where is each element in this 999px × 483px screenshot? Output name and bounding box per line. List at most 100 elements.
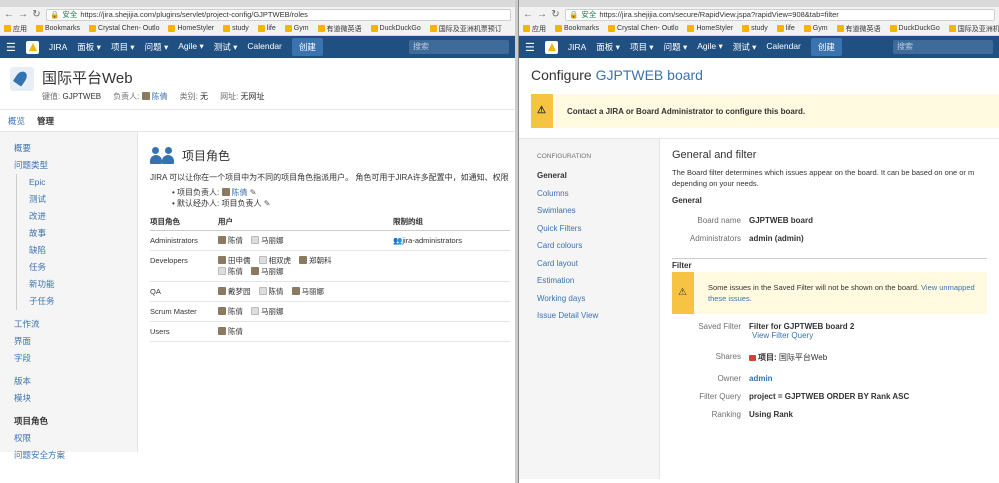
bookmark-label[interactable]: 应用 xyxy=(532,24,546,34)
view-filter-query-link[interactable]: View Filter Query xyxy=(749,331,813,340)
bookmark-label[interactable]: 国际及亚洲机票预订 xyxy=(439,24,502,34)
user-entry[interactable]: 戴梦园 xyxy=(218,287,251,296)
bookmark-label[interactable]: Bookmarks xyxy=(564,25,599,32)
bookmark-item[interactable]: 应用 xyxy=(4,24,27,34)
bookmark-label[interactable]: Crystal Chen- Outlo xyxy=(98,25,159,32)
bookmark-label[interactable]: Gym xyxy=(294,25,309,32)
user-entry[interactable]: 陈倩 xyxy=(218,307,243,316)
view-unmapped-link[interactable]: View unmapped xyxy=(921,283,975,292)
user-entry[interactable]: 马丽娜 xyxy=(291,287,324,296)
nav-item[interactable]: 测试 ▾ xyxy=(733,41,757,53)
config-nav-item[interactable]: Swimlanes xyxy=(537,202,659,220)
config-nav-item[interactable]: Card colours xyxy=(537,237,659,255)
user-entry[interactable]: 田申儒 xyxy=(218,256,251,265)
bookmark-label[interactable]: DuckDuckGo xyxy=(380,25,421,32)
forward-icon[interactable]: → xyxy=(18,9,28,20)
sidebar-item[interactable]: 权限 xyxy=(14,430,137,447)
bookmark-item[interactable]: Bookmarks xyxy=(555,25,599,32)
user-entry[interactable]: 马丽娜 xyxy=(251,307,284,316)
bookmark-item[interactable]: 有道微英语 xyxy=(836,24,881,34)
bookmark-item[interactable]: Crystal Chen- Outlo xyxy=(89,25,159,32)
address-bar[interactable]: 🔒 安全 https://jira.shejijia.com/plugins/s… xyxy=(46,8,511,21)
config-nav-item[interactable]: Working days xyxy=(537,290,659,308)
sidebar-item[interactable]: 项目角色 xyxy=(14,413,137,430)
bookmark-label[interactable]: 应用 xyxy=(13,24,27,34)
forward-icon[interactable]: → xyxy=(537,9,547,20)
sidebar-item[interactable]: 子任务 xyxy=(16,293,137,310)
sidebar-item[interactable]: 新功能 xyxy=(16,276,137,293)
bookmark-item[interactable]: study xyxy=(742,25,768,32)
jira-logo-icon[interactable] xyxy=(544,40,558,54)
sidebar-item[interactable]: 问题类型 xyxy=(14,157,137,174)
config-nav-item[interactable]: Columns xyxy=(537,185,659,203)
sidebar-item[interactable]: 字段 xyxy=(14,350,137,367)
user-name[interactable]: 陈倩 xyxy=(228,236,243,245)
nav-item[interactable]: 测试 ▾ xyxy=(214,41,238,53)
bookmark-label[interactable]: study xyxy=(232,25,249,32)
bookmark-item[interactable]: Crystal Chen- Outlo xyxy=(608,25,678,32)
edit-icon[interactable]: ✎ xyxy=(250,188,257,197)
search-input[interactable]: 搜索 xyxy=(409,40,509,54)
nav-item[interactable]: Calendar xyxy=(766,41,801,53)
user-entry[interactable]: 陈倩 xyxy=(218,267,243,276)
user-entry[interactable]: 陈倩 xyxy=(258,287,284,296)
nav-item[interactable]: 项目 ▾ xyxy=(111,41,135,53)
board-link[interactable]: GJPTWEB board xyxy=(596,67,703,83)
config-nav-item[interactable]: Card layout xyxy=(537,255,659,273)
bookmark-label[interactable]: life xyxy=(786,25,795,32)
user-name[interactable]: 陈倩 xyxy=(228,307,243,316)
user-entry[interactable]: 相双虎 xyxy=(258,256,292,265)
lead-name-link[interactable]: 陈倩 xyxy=(232,188,248,197)
owner-link[interactable]: admin xyxy=(749,374,773,383)
user-name[interactable]: 马丽娜 xyxy=(261,236,284,245)
user-name[interactable]: 相双虎 xyxy=(269,256,292,265)
bookmark-item[interactable]: 应用 xyxy=(523,24,546,34)
config-nav-item[interactable]: Quick Filters xyxy=(537,220,659,238)
nav-item[interactable]: 项目 ▾ xyxy=(630,41,654,53)
back-icon[interactable]: ← xyxy=(523,9,533,20)
user-name[interactable]: 郑朝科 xyxy=(309,256,332,265)
user-name[interactable]: 马丽娜 xyxy=(261,267,284,276)
bookmark-item[interactable]: Gym xyxy=(284,25,309,32)
tab-overview[interactable]: 概览 xyxy=(8,115,25,127)
bookmark-item[interactable]: Bookmarks xyxy=(36,25,80,32)
user-name[interactable]: 陈倩 xyxy=(228,327,243,336)
config-nav-item[interactable]: General xyxy=(537,167,659,185)
tab-admin[interactable]: 管理 xyxy=(37,115,54,127)
menu-icon[interactable]: ☰ xyxy=(525,41,535,54)
nav-item[interactable]: 问题 ▾ xyxy=(145,41,169,53)
bookmark-item[interactable]: study xyxy=(223,25,249,32)
sidebar-item[interactable]: 问题安全方案 xyxy=(14,447,137,464)
bookmark-item[interactable]: DuckDuckGo xyxy=(889,25,940,32)
user-entry[interactable]: 陈倩 xyxy=(218,327,243,336)
sidebar-item[interactable]: 缺陷 xyxy=(16,242,137,259)
nav-item[interactable]: Agile ▾ xyxy=(178,41,204,53)
sidebar-item[interactable]: 任务 xyxy=(16,259,137,276)
config-nav-item[interactable]: Issue Detail View xyxy=(537,307,659,325)
sidebar-item[interactable]: 概要 xyxy=(14,140,137,157)
bookmark-label[interactable]: DuckDuckGo xyxy=(899,25,940,32)
bookmark-item[interactable]: HomeStyler xyxy=(687,25,733,32)
bookmark-item[interactable]: DuckDuckGo xyxy=(370,25,421,32)
bookmark-label[interactable]: HomeStyler xyxy=(177,25,214,32)
bookmark-item[interactable]: life xyxy=(257,25,276,32)
sidebar-item[interactable]: 界面 xyxy=(14,333,137,350)
nav-item[interactable]: 面板 ▾ xyxy=(77,41,101,53)
bookmark-label[interactable]: Bookmarks xyxy=(45,25,80,32)
user-name[interactable]: 田申儒 xyxy=(228,256,251,265)
jira-logo-text[interactable]: JIRA xyxy=(568,42,586,52)
jira-logo-icon[interactable] xyxy=(25,40,39,54)
sidebar-item[interactable]: 故事 xyxy=(16,225,137,242)
bookmark-label[interactable]: 有道微英语 xyxy=(846,24,881,34)
jira-logo-text[interactable]: JIRA xyxy=(49,42,67,52)
nav-item[interactable]: 面板 ▾ xyxy=(596,41,620,53)
bookmark-label[interactable]: Gym xyxy=(813,25,828,32)
bookmark-item[interactable]: HomeStyler xyxy=(168,25,214,32)
create-button[interactable]: 创建 xyxy=(810,38,842,56)
bookmark-label[interactable]: 国际及亚洲机票预 xyxy=(958,24,999,34)
user-entry[interactable]: 马丽娜 xyxy=(251,267,284,276)
user-name[interactable]: 陈倩 xyxy=(228,267,243,276)
menu-icon[interactable]: ☰ xyxy=(6,41,16,54)
edit-icon[interactable]: ✎ xyxy=(264,199,271,208)
nav-item[interactable]: 问题 ▾ xyxy=(664,41,688,53)
